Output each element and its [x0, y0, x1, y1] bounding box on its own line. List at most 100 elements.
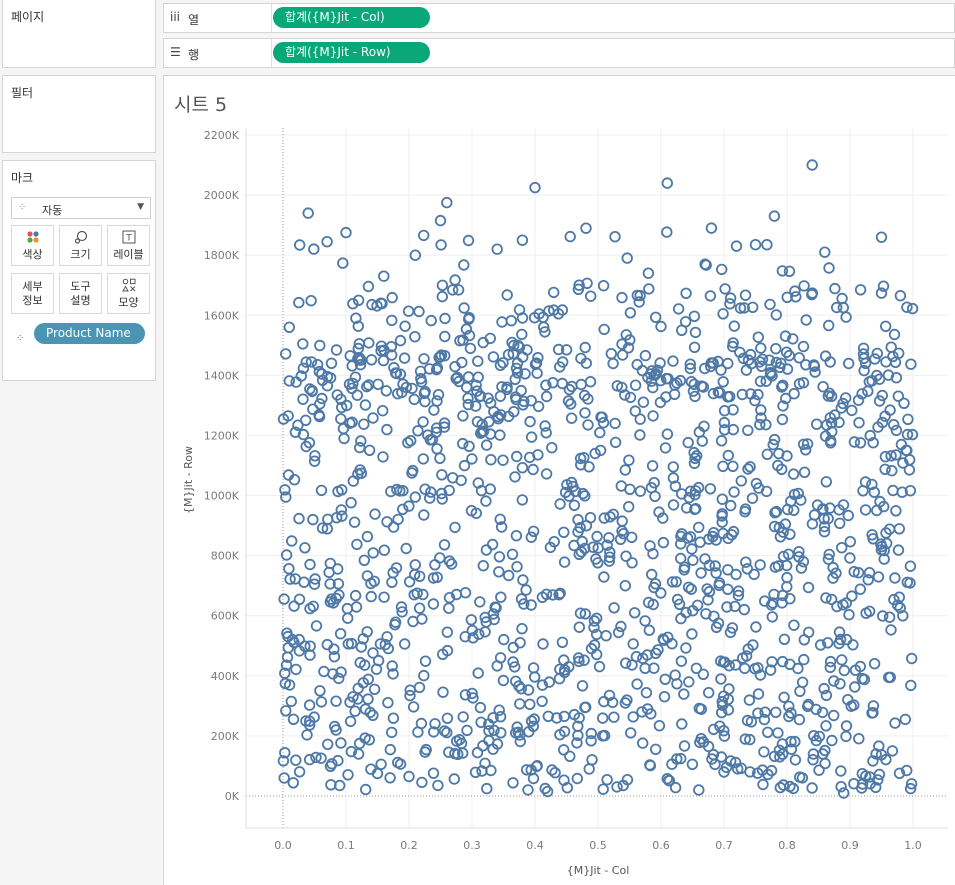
data-point — [880, 356, 892, 368]
data-point — [392, 756, 404, 769]
data-point — [408, 393, 421, 406]
data-point — [516, 328, 528, 341]
data-point — [695, 567, 707, 579]
data-point — [305, 295, 317, 307]
x-tick-label: 0.8 — [778, 839, 796, 852]
data-point — [788, 504, 800, 517]
data-point — [293, 766, 306, 778]
data-point — [752, 688, 765, 700]
data-point — [642, 267, 655, 279]
data-point — [768, 210, 781, 222]
data-point — [345, 497, 357, 509]
data-point — [342, 612, 354, 624]
data-point — [598, 323, 610, 336]
data-point — [297, 393, 309, 405]
data-point — [637, 396, 650, 408]
data-point — [905, 679, 917, 692]
data-point — [687, 554, 699, 566]
data-point — [428, 404, 440, 416]
x-tick-label: 0.0 — [274, 839, 292, 852]
data-point — [795, 562, 808, 574]
data-point — [571, 772, 584, 785]
data-point — [717, 308, 729, 320]
data-point — [303, 753, 316, 766]
data-point — [417, 416, 429, 428]
data-point — [750, 621, 762, 633]
data-point — [846, 404, 858, 417]
data-point — [418, 353, 430, 365]
data-point — [808, 509, 821, 521]
data-point — [494, 359, 507, 372]
data-point — [723, 683, 735, 695]
data-point — [330, 344, 343, 356]
data-point — [321, 235, 333, 248]
data-point — [620, 550, 632, 562]
data-point — [427, 767, 440, 779]
data-point — [335, 737, 347, 749]
data-point — [287, 713, 300, 726]
data-point — [400, 542, 412, 555]
data-point — [480, 439, 493, 451]
data-point — [436, 290, 449, 303]
y-tick-label: 1800K — [204, 249, 240, 262]
data-point — [564, 230, 576, 243]
scatter-plot[interactable]: 0K 200K 400K 600K 800K 1000K 1200K 1400K 1600K 18… — [0, 0, 955, 885]
x-tick-label: 0.1 — [337, 839, 355, 852]
data-point — [679, 316, 692, 328]
data-point — [402, 437, 414, 449]
data-point — [568, 499, 581, 512]
data-point — [573, 621, 586, 633]
data-point — [562, 395, 575, 407]
data-point — [441, 196, 453, 209]
data-point — [365, 590, 377, 603]
data-point — [337, 422, 350, 435]
data-point — [693, 521, 705, 534]
data-point — [280, 348, 292, 360]
data-point — [675, 655, 688, 667]
data-point — [639, 349, 652, 362]
data-point — [280, 705, 292, 717]
data-point — [314, 685, 326, 697]
x-tick-label: 0.2 — [400, 839, 418, 852]
data-point — [838, 664, 851, 677]
y-tick-label: 200K — [211, 730, 240, 743]
data-point — [299, 542, 311, 554]
data-point — [611, 781, 623, 793]
data-point — [591, 612, 603, 625]
data-point — [471, 746, 484, 759]
data-point — [797, 340, 810, 353]
data-point — [302, 207, 314, 219]
data-point — [558, 744, 570, 756]
data-point — [798, 280, 810, 292]
data-point — [459, 587, 472, 599]
data-point — [510, 530, 523, 542]
data-point — [413, 602, 426, 614]
data-point — [556, 636, 569, 649]
data-point — [377, 405, 389, 417]
data-point — [417, 453, 430, 465]
data-point — [672, 303, 685, 315]
data-point — [318, 665, 330, 678]
data-point — [749, 238, 762, 251]
data-point — [290, 663, 302, 676]
data-point — [597, 783, 609, 795]
data-point — [516, 234, 529, 246]
data-point — [540, 390, 553, 403]
data-point — [315, 484, 328, 497]
data-point — [558, 526, 570, 539]
data-point — [449, 521, 461, 534]
data-point — [892, 544, 905, 556]
data-point — [730, 568, 742, 581]
data-point — [322, 513, 334, 526]
data-point — [811, 418, 823, 430]
data-point — [358, 554, 371, 567]
data-point — [368, 683, 381, 696]
data-point — [536, 695, 548, 708]
x-tick-label: 1.0 — [904, 839, 922, 852]
data-point — [689, 326, 702, 339]
data-point — [624, 391, 637, 404]
data-point — [278, 772, 290, 784]
data-point — [398, 352, 411, 364]
data-point — [439, 330, 451, 343]
data-point — [798, 466, 811, 479]
